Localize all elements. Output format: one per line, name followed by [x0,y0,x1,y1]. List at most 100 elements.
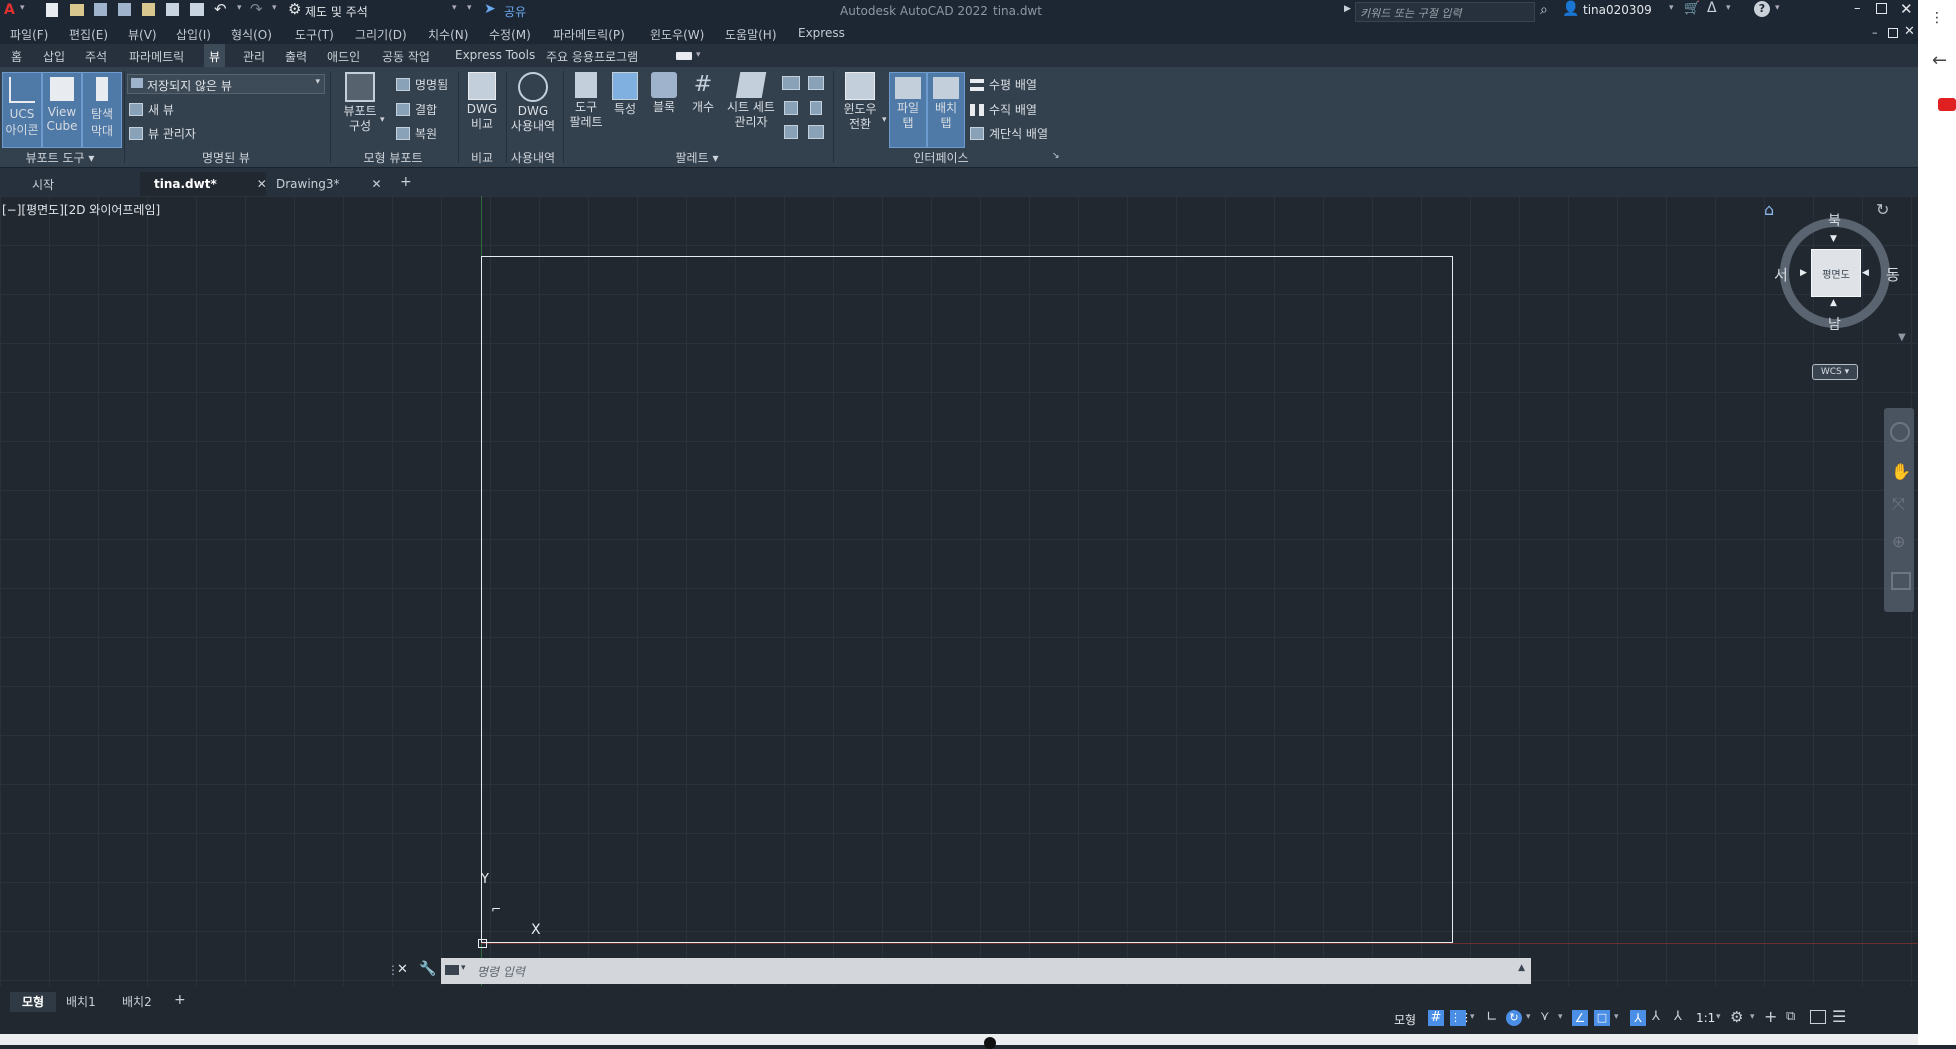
orbit-icon[interactable]: ⊕ [1892,532,1905,551]
auto-scale-icon[interactable]: ⅄ [1652,1009,1660,1024]
tab-home[interactable]: 홈 [6,48,27,65]
save-as-icon[interactable] [118,3,131,16]
isometric-drafting-icon[interactable]: ⋎ [1540,1009,1550,1024]
new-view-button[interactable]: 새 뷰 [129,101,174,118]
workspace-switcher[interactable]: 제도 및 주석 [305,3,368,20]
redo-dropdown-icon[interactable]: ▾ [272,3,277,13]
viewcube-rotate-icon[interactable]: ↻ [1876,200,1889,219]
home-icon[interactable]: ⌂ [1764,200,1774,219]
grid-display-icon[interactable]: # [1428,1010,1444,1026]
tab-drawing3[interactable]: Drawing3* ✕ [262,172,396,196]
dwg-compare-button[interactable]: DWG 비교 [461,72,503,132]
showmotion-icon[interactable] [1891,572,1911,590]
polar-dropdown-icon[interactable]: ▾ [1526,1012,1531,1022]
command-history-icon[interactable]: ▲ [1518,963,1525,973]
search-input[interactable]: 키워드 또는 구절 입력 [1355,2,1535,22]
snap-mode-icon[interactable]: ⋮⋮ [1450,1010,1472,1026]
tab-parametric[interactable]: 파라메트릭 [124,48,189,65]
palette-small-icon[interactable] [782,76,800,90]
pan-hand-icon[interactable]: ✋ [1891,462,1911,481]
doc-minimize-icon[interactable]: – [1872,26,1878,39]
browser-menu-icon[interactable]: ⋮ [1930,10,1944,26]
annotation-visibility-icon[interactable]: ⅄ [1630,1010,1646,1026]
new-file-icon[interactable] [46,3,58,17]
tile-vertical-button[interactable]: 수직 배열 [970,101,1037,118]
file-tabs-toggle-button[interactable]: 파일 탭 [889,72,927,148]
sheet-set-manager-button[interactable]: 시트 세트 관리자 [723,72,779,130]
compass-north[interactable]: 북 [1828,210,1841,230]
drawing-canvas[interactable]: [−][평면도][2D 와이어프레임] Y X ⌐ ⌂ 북 남 서 동 평면도 … [0,196,1918,986]
viewport-config-dropdown-icon[interactable]: ▾ [380,115,385,125]
menu-dimension[interactable]: 치수(N) [428,26,468,43]
viewcube-arrow-left-icon[interactable]: ▶ [1800,268,1807,278]
ortho-mode-icon[interactable]: ∟ [1486,1009,1498,1025]
palette-small-icon[interactable] [784,125,798,139]
menu-format[interactable]: 형식(O) [231,26,272,43]
blocks-button[interactable]: 블록 [645,72,683,115]
publish-icon[interactable] [166,3,179,16]
back-arrow-icon[interactable]: ← [1932,50,1947,71]
undo-dropdown-icon[interactable]: ▾ [237,3,242,13]
steering-wheel-icon[interactable] [1890,422,1910,442]
a360-dropdown-icon[interactable]: ▾ [1726,3,1731,13]
ribbon-minimize-dropdown-icon[interactable]: ▾ [696,50,701,60]
cascade-button[interactable]: 계단식 배열 [970,125,1048,142]
add-layout-plus-icon[interactable]: + [174,992,186,1008]
dwg-history-button[interactable]: DWG 사용내역 [508,72,558,134]
compass-east[interactable]: 동 [1886,264,1900,285]
cart-icon[interactable]: 🛒 [1684,1,1700,16]
annotation-scale-value[interactable]: 1:1 [1696,1011,1715,1025]
new-tab-plus-icon[interactable]: + [400,174,412,190]
user-icon[interactable]: 👤 [1562,1,1579,17]
object-snap-dropdown-icon[interactable]: ▾ [1614,1012,1619,1022]
workspace-dropdown-icon[interactable]: ▾ [1750,1012,1755,1022]
menu-insert[interactable]: 삽입(I) [176,26,211,43]
tab-express-tools[interactable]: Express Tools [450,48,540,62]
search-icon[interactable]: ⌕ [1540,2,1548,18]
menu-tools[interactable]: 도구(T) [295,26,334,43]
tab-tina-dwt[interactable]: tina.dwt* ✕ [140,172,267,196]
command-close-icon[interactable]: ✕ [397,962,408,977]
tab-collaborate[interactable]: 공동 작업 [377,48,435,65]
tab-view[interactable]: 뷰 [204,44,226,67]
viewcube-top-face[interactable]: 평면도 [1811,249,1861,297]
menu-express[interactable]: Express [798,26,845,40]
switch-windows-button[interactable]: 윈도우 전환 [836,72,884,132]
isometric-dropdown-icon[interactable]: ▾ [1558,1012,1563,1022]
tab-featured-apps[interactable]: 주요 응용프로그램 [541,48,643,65]
named-viewports-button[interactable]: 명명됨 [396,76,448,93]
menu-draw[interactable]: 그리기(D) [355,26,407,43]
navigation-bar-button[interactable]: 탐색 막대 [82,72,122,148]
palette-small-icon[interactable] [808,76,824,90]
user-name[interactable]: tina020309 [1583,3,1652,17]
named-view-dropdown[interactable]: 저장되지 않은 뷰 ▾ [127,74,325,94]
object-snap-tracking-icon[interactable]: ∠ [1572,1010,1588,1026]
ucs-icon-button[interactable]: UCS 아이콘 [2,72,42,148]
menu-file[interactable]: 파일(F) [10,26,48,43]
model-space-button[interactable]: 모형 [1394,1011,1416,1028]
help-dropdown-icon[interactable]: ▾ [1775,3,1780,13]
viewcube-menu-icon[interactable]: ▼ [1898,332,1906,343]
save-icon[interactable] [94,3,107,16]
clean-screen-icon[interactable] [1810,1010,1826,1024]
customization-menu-icon[interactable]: ☰ [1832,1007,1846,1026]
menu-parametric[interactable]: 파라메트릭(P) [553,26,625,43]
join-viewports-button[interactable]: 결합 [396,101,437,118]
customize-qat-icon[interactable]: ▾ [467,3,472,13]
count-button[interactable]: # 개수 [685,72,721,115]
zoom-extents-icon[interactable]: ⤧ [1892,494,1905,514]
close-icon[interactable]: ✕ [1900,0,1913,18]
layout-tabs-toggle-button[interactable]: 배치 탭 [927,72,965,148]
viewcube-arrow-right-icon[interactable]: ◀ [1862,268,1869,278]
tab-output[interactable]: 출력 [280,48,312,65]
minimize-icon[interactable]: – [1854,1,1861,16]
snap-dropdown-icon[interactable]: ▾ [1470,1012,1475,1022]
viewcube[interactable]: 북 남 서 동 평면도 ▼ ▲ ▶ ◀ ↻ [1774,200,1900,336]
palette-small-icon[interactable] [810,101,822,115]
palette-small-icon[interactable] [808,125,824,139]
ribbon-minimize-button[interactable] [676,52,692,60]
isolate-objects-icon[interactable]: ⧉ [1786,1009,1795,1024]
compass-west[interactable]: 서 [1774,264,1788,285]
redo-icon[interactable]: ↷ [250,0,263,18]
panel-palettes-label[interactable]: 팔레트 ▾ [566,149,828,166]
